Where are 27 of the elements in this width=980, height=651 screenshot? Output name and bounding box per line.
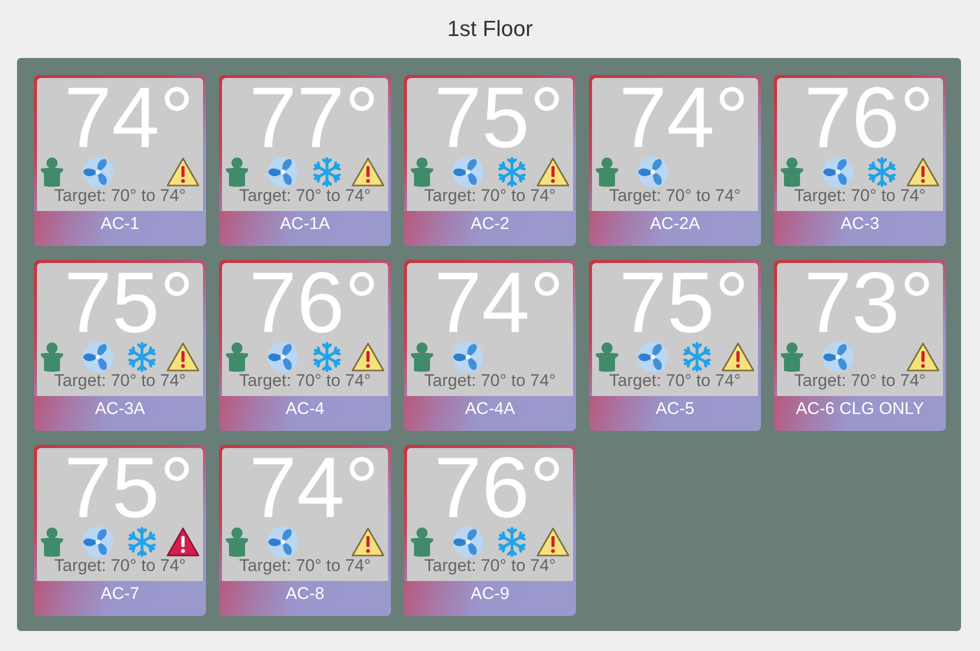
target-range: Target: 70° to 74°	[239, 371, 371, 390]
unit-name: AC-2A	[589, 211, 761, 246]
target-range: Target: 70° to 74°	[424, 186, 556, 205]
unit-name: AC-1	[34, 211, 206, 246]
target-range: Target: 70° to 74°	[239, 556, 371, 575]
unit-name: AC-6 CLG ONLY	[774, 396, 946, 431]
floor-title: 1st Floor	[447, 16, 533, 42]
target-range: Target: 70° to 74°	[794, 186, 926, 205]
target-range: Target: 70° to 74°	[424, 556, 556, 575]
unit-name: AC-5	[589, 396, 761, 431]
unit-name: AC-9	[404, 581, 576, 616]
unit-name: AC-4A	[404, 396, 576, 431]
target-range: Target: 70° to 74°	[54, 371, 186, 390]
unit-name: AC-2	[404, 211, 576, 246]
unit-name: AC-3A	[34, 396, 206, 431]
target-range: Target: 70° to 74°	[794, 371, 926, 390]
unit-name: AC-4	[219, 396, 391, 431]
unit-name: AC-1A	[219, 211, 391, 246]
target-range: Target: 70° to 74°	[609, 371, 741, 390]
target-range: Target: 70° to 74°	[424, 371, 556, 390]
target-range: Target: 70° to 74°	[239, 186, 371, 205]
target-range: Target: 70° to 74°	[54, 186, 186, 205]
target-range: Target: 70° to 74°	[54, 556, 186, 575]
unit-name: AC-3	[774, 211, 946, 246]
target-range: Target: 70° to 74°	[609, 186, 741, 205]
unit-name: AC-7	[34, 581, 206, 616]
unit-name: AC-8	[219, 581, 391, 616]
